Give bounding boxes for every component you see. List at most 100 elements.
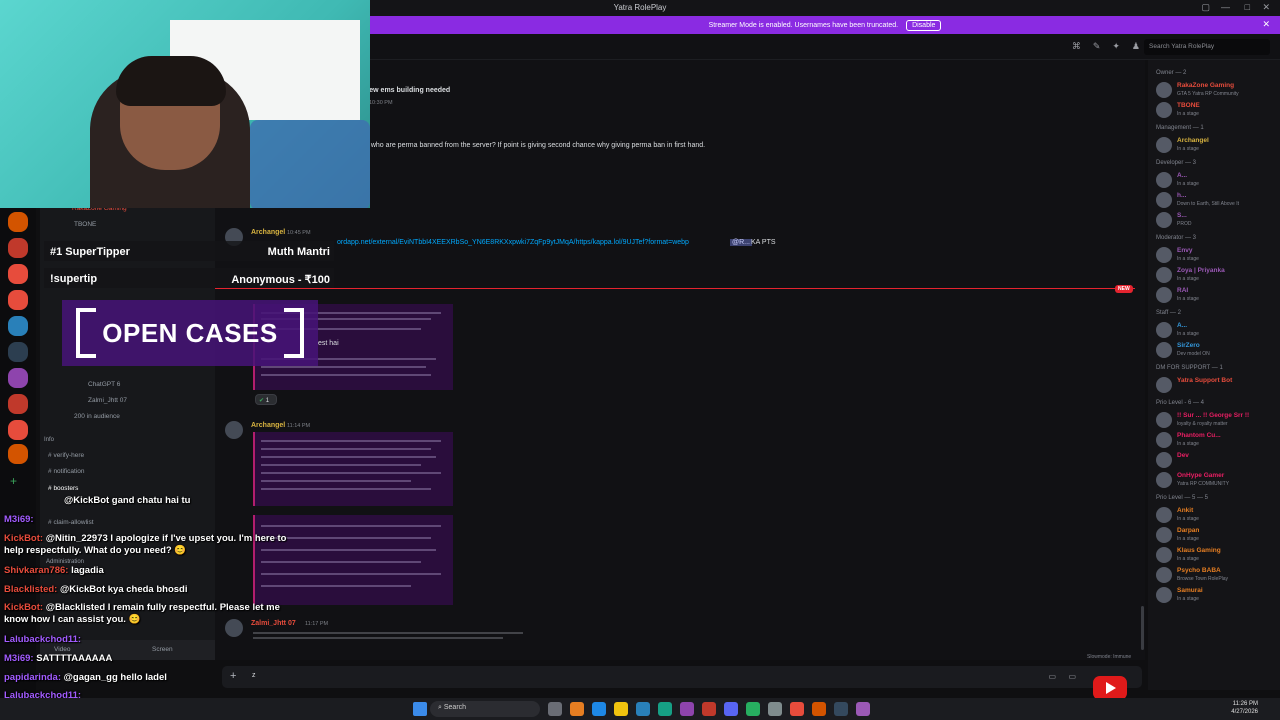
member-status: In a stage	[1177, 596, 1199, 602]
maximize-icon[interactable]: □	[1245, 2, 1250, 12]
server-icon[interactable]	[8, 420, 28, 440]
channel-label: boosters	[53, 485, 79, 492]
app-icon[interactable]	[834, 702, 848, 716]
member-item[interactable]: Darpan In a stage	[1156, 526, 1280, 544]
server-icon[interactable]	[8, 290, 28, 310]
restore-icon[interactable]: ▢	[1201, 2, 1210, 13]
reaction[interactable]: ✔ 1	[255, 394, 277, 405]
member-item[interactable]: Phantom Cu... In a stage	[1156, 431, 1280, 449]
member-item[interactable]: h... Down to Earth, Still Above It	[1156, 191, 1280, 209]
member-item[interactable]: A... In a stage	[1156, 171, 1280, 189]
stage-participant[interactable]: ChatGPT 6	[88, 381, 120, 388]
add-icon[interactable]: +	[230, 670, 236, 682]
scrollbar[interactable]	[1141, 606, 1144, 650]
member-item[interactable]: RAI In a stage	[1156, 286, 1280, 304]
avatar[interactable]	[225, 421, 243, 439]
message-input[interactable]: + z ▭ ▭	[222, 666, 1142, 688]
server-icon[interactable]	[8, 316, 28, 336]
supertip-value: Anonymous - ₹100	[231, 274, 330, 286]
mute-icon[interactable]: ✎	[1093, 41, 1101, 52]
disable-button[interactable]: Disable	[906, 19, 942, 31]
message-time: 10:45 PM	[287, 230, 311, 236]
role-header: Prio Level — 5 — 5	[1156, 495, 1209, 501]
members-icon[interactable]: ♟	[1132, 41, 1140, 52]
member-item[interactable]: RakaZone Gaming GTA 5 Yatra RP Community	[1156, 81, 1280, 99]
member-item[interactable]: Dev	[1156, 451, 1280, 469]
role-header: Owner — 2	[1156, 70, 1187, 76]
member-name: RakaZone Gaming	[1177, 82, 1235, 89]
close-icon[interactable]: ✕	[1262, 19, 1270, 30]
message-link[interactable]: ordapp.net/external/EviNTbbI4XEEXRbSo_YN…	[337, 239, 689, 246]
server-icon[interactable]	[8, 394, 28, 414]
stage-participant[interactable]: Zalmi_Jhtt 07	[88, 397, 127, 404]
windows-start-icon[interactable]	[413, 702, 427, 716]
file-explorer-icon[interactable]	[614, 702, 628, 716]
discord-icon[interactable]	[724, 702, 738, 716]
avatar	[1156, 287, 1172, 303]
member-item[interactable]: Envy In a stage	[1156, 246, 1280, 264]
member-item[interactable]: TBONE In a stage	[1156, 101, 1280, 119]
server-icon[interactable]	[8, 368, 28, 388]
pin-icon[interactable]: ✦	[1112, 41, 1120, 52]
category-info[interactable]: Info	[44, 437, 54, 443]
gif-icon[interactable]: ▭	[1068, 672, 1076, 681]
app-icon[interactable]	[570, 702, 584, 716]
clock[interactable]: 11:26 PM 4/27/2026	[1231, 700, 1258, 716]
taskbar-search[interactable]: ⌕ Search	[430, 701, 540, 717]
server-icon[interactable]	[8, 212, 28, 232]
video-button[interactable]: Video	[54, 646, 71, 653]
add-server-icon[interactable]: +	[10, 474, 17, 488]
avatar	[1156, 567, 1172, 583]
minimize-icon[interactable]: —	[1221, 2, 1230, 12]
member-item[interactable]: !! Sur ... !! George Srr !! loyalty & roy…	[1156, 411, 1280, 429]
channel-boosters[interactable]: # boosters	[48, 485, 78, 492]
server-icon[interactable]	[8, 444, 28, 464]
channel-notification[interactable]: # notification	[48, 468, 85, 475]
member-item[interactable]: OnHype Gamer Yatra RP COMMUNITY	[1156, 471, 1280, 489]
threads-icon[interactable]: ⌘	[1072, 41, 1081, 52]
brave-icon[interactable]	[812, 702, 826, 716]
avatar	[1156, 247, 1172, 263]
member-item[interactable]: A... In a stage	[1156, 321, 1280, 339]
mention[interactable]: @R...	[730, 239, 752, 246]
close-icon[interactable]: ✕	[1262, 2, 1270, 13]
member-item[interactable]: SirZero Dev model ON	[1156, 341, 1280, 359]
member-item[interactable]: Klaus Gaming In a stage	[1156, 546, 1280, 564]
app-icon[interactable]	[856, 702, 870, 716]
app-icon[interactable]	[636, 702, 650, 716]
member-item[interactable]: Psycho BABA Browse Town RolePlay	[1156, 566, 1280, 584]
stage-participant[interactable]: TBONE	[74, 221, 96, 228]
channel-claim-allowlist[interactable]: # claim-allowlist	[48, 519, 94, 526]
message-author[interactable]: Archangel	[251, 229, 285, 236]
app-icon[interactable]	[790, 702, 804, 716]
member-name: OnHype Gamer	[1177, 472, 1225, 479]
chat-text: @KickBot kya cheda bhosdi	[59, 584, 188, 595]
message-author[interactable]: Archangel	[251, 422, 285, 429]
member-item[interactable]: Zoya | Priyanka In a stage	[1156, 266, 1280, 284]
app-icon[interactable]	[768, 702, 782, 716]
channel-verify-here[interactable]: # verify-here	[48, 452, 84, 459]
screen-button[interactable]: Screen	[152, 646, 173, 653]
app-icon[interactable]	[702, 702, 716, 716]
search-input[interactable]: Search Yatra RolePlay	[1144, 39, 1270, 55]
supertip-command: !supertip	[50, 273, 98, 285]
server-icon[interactable]	[8, 342, 28, 362]
app-icon[interactable]	[680, 702, 694, 716]
webcam-overlay	[0, 0, 370, 208]
member-item[interactable]: Yatra Support Bot	[1156, 376, 1280, 394]
edge-icon[interactable]	[592, 702, 606, 716]
member-status: In a stage	[1177, 146, 1199, 152]
gift-icon[interactable]: ▭	[1048, 672, 1056, 681]
member-item[interactable]: Ankit In a stage	[1156, 506, 1280, 524]
chrome-icon[interactable]	[746, 702, 760, 716]
chat-message: Shivkaran786: lagadia	[4, 565, 104, 576]
server-icon[interactable]	[8, 264, 28, 284]
member-item[interactable]: Archangel In a stage	[1156, 136, 1280, 154]
new-messages-divider	[215, 288, 1135, 289]
app-icon[interactable]	[658, 702, 672, 716]
member-item[interactable]: Samurai In a stage	[1156, 586, 1280, 604]
message-text-lines	[253, 632, 523, 634]
member-item[interactable]: S... PROD	[1156, 211, 1280, 229]
server-icon[interactable]	[8, 238, 28, 258]
task-view-icon[interactable]	[548, 702, 562, 716]
